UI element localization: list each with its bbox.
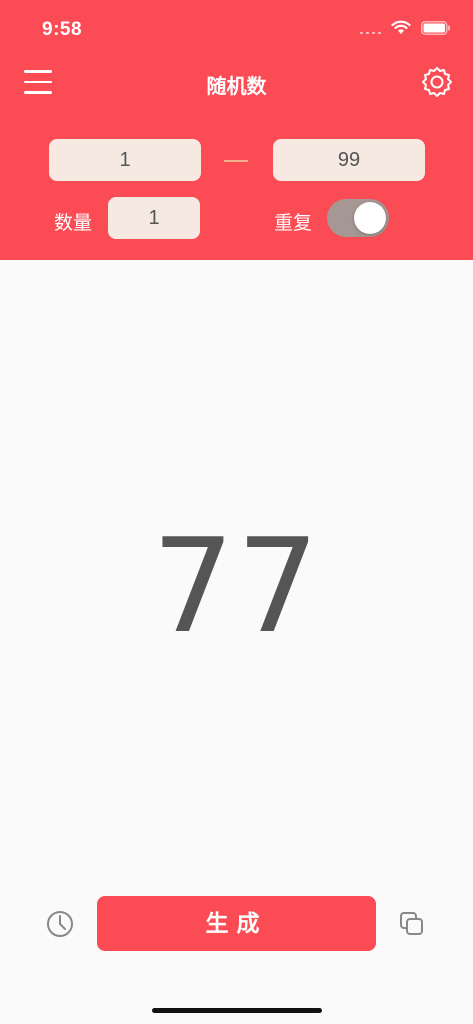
- wifi-icon: [391, 20, 411, 35]
- clock-icon[interactable]: [44, 908, 76, 940]
- header: 9:58 随机数 1 99 数量 1 重复: [0, 0, 473, 260]
- generate-button[interactable]: 生成: [97, 896, 376, 951]
- gear-icon[interactable]: [421, 66, 453, 98]
- range-separator: [224, 160, 248, 162]
- max-value-field[interactable]: 99: [273, 139, 425, 181]
- repeat-toggle[interactable]: [327, 199, 389, 237]
- toggle-knob: [354, 202, 386, 234]
- page-title: 随机数: [206, 76, 267, 98]
- home-indicator: [152, 1008, 322, 1013]
- min-value-field[interactable]: 1: [49, 139, 201, 181]
- status-icons: [360, 20, 451, 35]
- cellular-signal-icon: [360, 22, 381, 34]
- count-field[interactable]: 1: [108, 197, 200, 239]
- battery-icon: [421, 20, 451, 35]
- repeat-label: 重复: [274, 213, 313, 234]
- copy-icon[interactable]: [398, 910, 426, 938]
- count-label: 数量: [54, 213, 93, 234]
- random-number-screen: 9:58 随机数 1 99 数量 1 重复 77 生成: [0, 0, 473, 1024]
- result-number: 77: [151, 510, 322, 662]
- status-time: 9:58: [42, 19, 83, 40]
